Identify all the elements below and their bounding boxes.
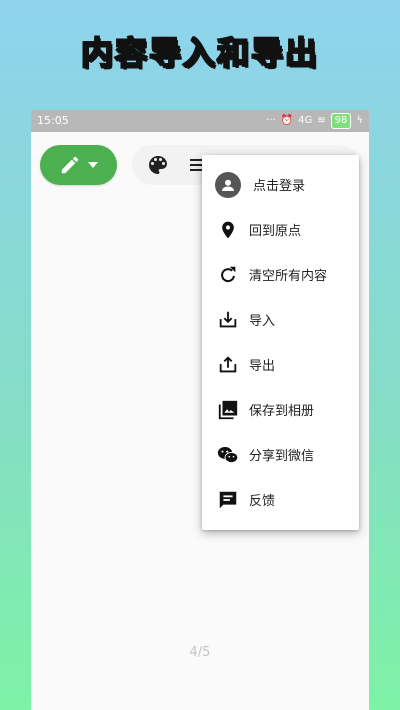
status-time: 15:05 bbox=[37, 114, 69, 127]
location-pin-icon bbox=[217, 219, 239, 241]
more-dots-icon: ··· bbox=[266, 115, 276, 126]
wechat-icon bbox=[217, 444, 239, 466]
signal-icon: 4G bbox=[298, 115, 313, 126]
wifi-icon: ≋ bbox=[317, 115, 326, 126]
photo-album-icon bbox=[217, 399, 239, 421]
status-icons: ··· ⏰ 4G ≋ 98 ϟ bbox=[266, 113, 363, 129]
menu-item-import[interactable]: 导入 bbox=[202, 297, 359, 342]
menu-item-label: 清空所有内容 bbox=[249, 269, 328, 284]
menu-item-label: 分享到微信 bbox=[249, 449, 315, 464]
dropdown-arrow-icon bbox=[87, 162, 98, 168]
menu-item-save-album[interactable]: 保存到相册 bbox=[202, 387, 359, 432]
menu-item-label: 回到原点 bbox=[249, 224, 302, 239]
menu-item-label: 保存到相册 bbox=[249, 404, 315, 419]
menu-item-clear-all[interactable]: 清空所有内容 bbox=[202, 252, 359, 297]
import-icon bbox=[217, 309, 239, 331]
status-bar: 15:05 ··· ⏰ 4G ≋ 98 ϟ bbox=[31, 110, 369, 132]
menu-item-login[interactable]: 点击登录 bbox=[202, 162, 359, 207]
menu-item-recenter[interactable]: 回到原点 bbox=[202, 207, 359, 252]
export-icon bbox=[217, 354, 239, 376]
page-indicator: 4/5 bbox=[189, 645, 211, 660]
menu-item-label: 反馈 bbox=[249, 494, 276, 509]
charging-icon: ϟ bbox=[356, 115, 363, 126]
pencil-icon bbox=[61, 156, 78, 174]
menu-item-label: 导出 bbox=[249, 359, 276, 374]
menu-item-share-wechat[interactable]: 分享到微信 bbox=[202, 432, 359, 477]
menu-item-label: 点击登录 bbox=[253, 179, 306, 194]
menu-item-feedback[interactable]: 反馈 bbox=[202, 477, 359, 522]
menu-item-export[interactable]: 导出 bbox=[202, 342, 359, 387]
phone-screen: 15:05 ··· ⏰ 4G ≋ 98 ϟ 4/5 点击登录 回到原点 清空所有… bbox=[31, 110, 369, 710]
overflow-menu: 点击登录 回到原点 清空所有内容 导入 导出 保存到相册 分享到微信 反馈 bbox=[202, 155, 359, 530]
refresh-icon bbox=[217, 264, 239, 286]
pen-tool-button[interactable] bbox=[40, 145, 117, 185]
feedback-icon bbox=[217, 489, 239, 511]
alarm-icon: ⏰ bbox=[280, 115, 294, 126]
palette-icon[interactable] bbox=[146, 153, 170, 177]
user-avatar-icon bbox=[215, 171, 241, 198]
menu-item-label: 导入 bbox=[249, 314, 276, 329]
promo-headline: 内容导入和导出 bbox=[80, 33, 319, 73]
battery-icon: 98 bbox=[330, 113, 352, 129]
